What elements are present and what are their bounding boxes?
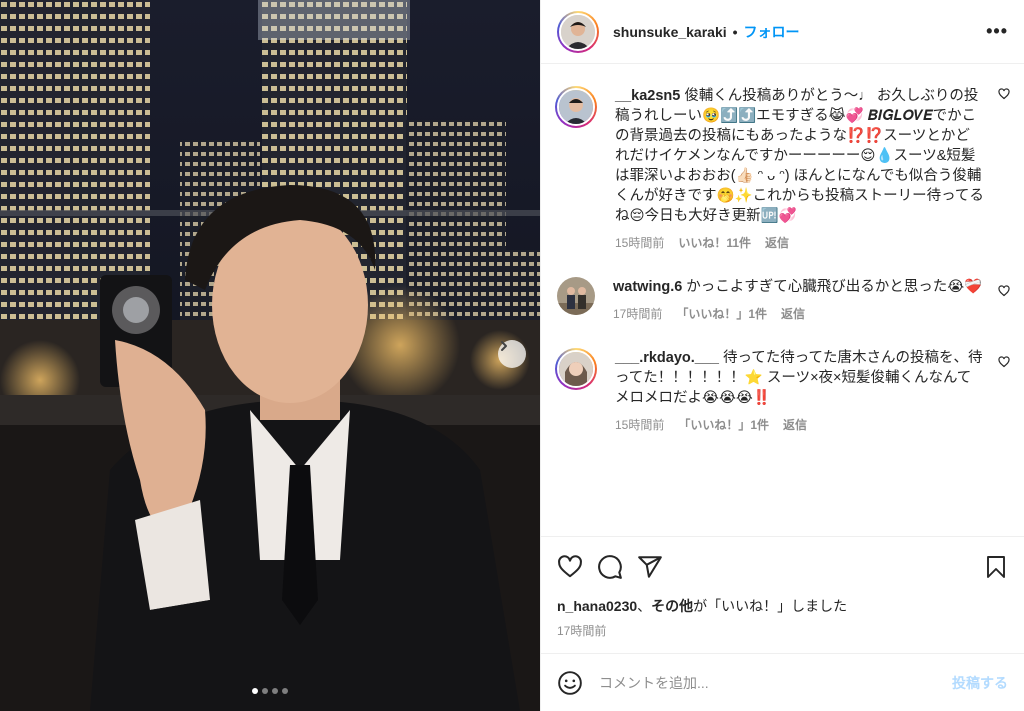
paper-plane-icon: [638, 555, 662, 578]
comment-username[interactable]: watwing.6: [613, 279, 682, 295]
comment-time: 17時間前: [613, 307, 663, 321]
comment-reply-button[interactable]: 返信: [781, 305, 805, 322]
commenter-avatar[interactable]: [555, 348, 597, 390]
commenter-avatar-image: [557, 277, 595, 315]
comment-time: 15時間前: [615, 418, 665, 432]
comment-like-count[interactable]: いいね！11件: [678, 234, 751, 251]
post-comment-button[interactable]: 投稿する: [952, 673, 1008, 693]
comment-username[interactable]: __ka2sn5: [615, 88, 680, 104]
likes-others-link[interactable]: その他: [651, 598, 693, 614]
heart-icon: [558, 554, 582, 577]
comment-input[interactable]: [599, 674, 952, 691]
post-actions-bar: [541, 536, 1024, 596]
comment-composer: 投稿する: [541, 653, 1024, 711]
post-modal: shunsuke_karaki • フォロー ••• __ka2sn5 俊輔くん…: [0, 0, 1024, 711]
comment-button[interactable]: [597, 554, 623, 580]
comment-item: __ka2sn5 俊輔くん投稿ありがとう～♩ お久しぶりの投稿うれしーい🥹⤴️⤴️…: [555, 86, 1010, 251]
chevron-right-icon: [501, 341, 507, 351]
comment-reply-button[interactable]: 返信: [783, 416, 807, 433]
heart-icon[interactable]: [998, 285, 1010, 297]
night-city-portrait-image: [0, 0, 540, 711]
commenter-avatar[interactable]: [557, 277, 595, 315]
carousel-dot: [272, 688, 278, 694]
carousel-indicator: [252, 688, 288, 694]
carousel-next-button[interactable]: [498, 340, 526, 368]
comment-reply-button[interactable]: 返信: [765, 234, 789, 251]
post-header: shunsuke_karaki • フォロー •••: [541, 0, 1024, 64]
commenter-avatar-image: [559, 90, 593, 124]
author-avatar-image: [561, 14, 595, 49]
header-separator: •: [732, 23, 738, 40]
like-button[interactable]: [557, 554, 583, 580]
heart-icon[interactable]: [998, 88, 1010, 100]
heart-icon[interactable]: [998, 356, 1010, 368]
likes-joiner: 、: [637, 598, 652, 614]
commenter-avatar-image: [559, 352, 593, 386]
carousel-dot: [282, 688, 288, 694]
comment-username[interactable]: ___.rkdayo.___: [615, 350, 719, 366]
commenter-avatar[interactable]: [555, 86, 597, 128]
comment-time: 15時間前: [615, 236, 665, 250]
comment-like-count[interactable]: 「いいね！」1件: [676, 305, 767, 322]
comment-text: 俊輔くん投稿ありがとう～♩ お久しぶりの投稿うれしーい🥹⤴️⤴️エモすぎる😹💞 …: [615, 88, 984, 224]
likes-summary: n_hana0230、その他が「いいね！」しました: [541, 596, 1024, 616]
post-side-panel: shunsuke_karaki • フォロー ••• __ka2sn5 俊輔くん…: [540, 0, 1024, 711]
comment-item: watwing.6 かっこよすぎて心臓飛び出るかと思った😭❤️‍🩹 17時間前 「…: [555, 277, 1010, 322]
bookmark-icon: [987, 555, 1005, 578]
likes-suffix: が「いいね！」しました: [693, 598, 848, 614]
author-avatar[interactable]: [557, 10, 599, 53]
emoji-smile-icon: [558, 670, 582, 695]
more-options-button[interactable]: •••: [986, 21, 1008, 42]
emoji-button[interactable]: [557, 670, 583, 696]
carousel-dot: [262, 688, 268, 694]
comment-bubble-icon: [598, 554, 622, 579]
liker-username[interactable]: n_hana0230: [557, 598, 637, 614]
follow-button[interactable]: フォロー: [744, 22, 800, 42]
share-button[interactable]: [637, 554, 663, 580]
comment-like-count[interactable]: 「いいね！」1件: [678, 416, 769, 433]
post-timestamp[interactable]: 17時間前: [541, 616, 1024, 639]
post-photo[interactable]: [0, 0, 540, 711]
author-username[interactable]: shunsuke_karaki: [613, 24, 727, 40]
carousel-dot: [252, 688, 258, 694]
comments-list[interactable]: __ka2sn5 俊輔くん投稿ありがとう～♩ お久しぶりの投稿うれしーい🥹⤴️⤴️…: [541, 64, 1024, 536]
comment-item: ___.rkdayo.___ 待ってた待ってた唐木さんの投稿を、待ってた！！！！！…: [555, 348, 1010, 433]
save-button[interactable]: [984, 554, 1008, 580]
comment-text: かっこよすぎて心臓飛び出るかと思った😭❤️‍🩹: [686, 279, 983, 295]
